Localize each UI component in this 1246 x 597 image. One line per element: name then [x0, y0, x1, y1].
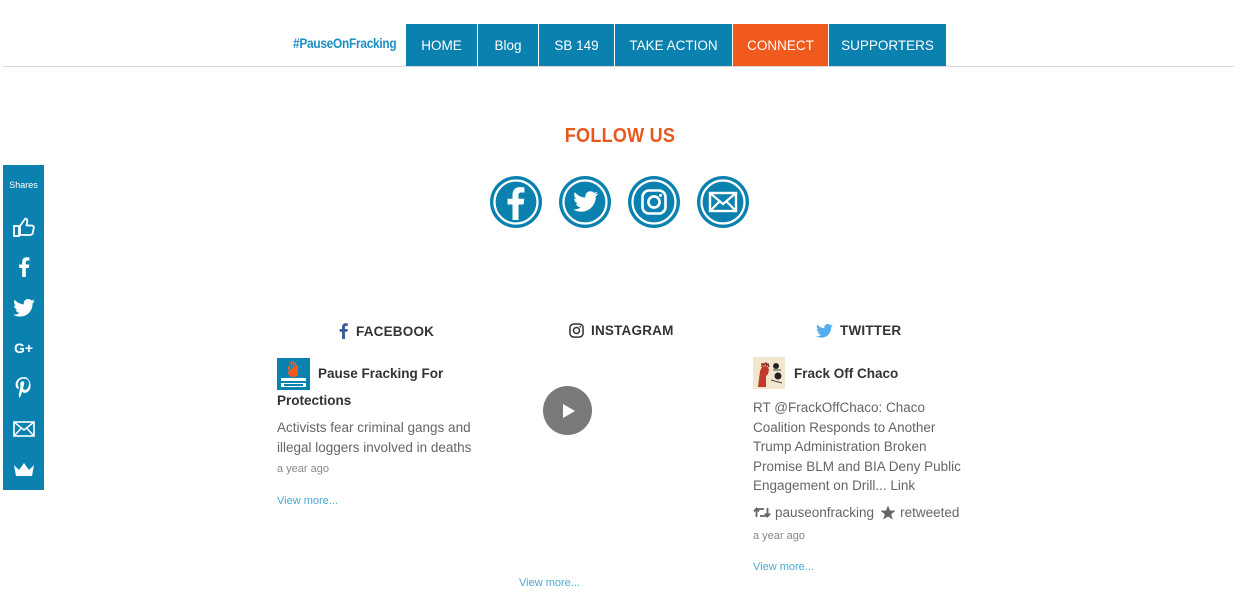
share-google-plus-button[interactable]: G+ [3, 333, 44, 363]
site-logo[interactable]: #PauseOnFracking [293, 36, 397, 51]
twitter-post-time: a year ago [753, 530, 805, 542]
follow-email-button[interactable] [697, 176, 749, 228]
instagram-view-more-link[interactable]: View more... [519, 577, 580, 589]
facebook-icon [493, 179, 539, 225]
main-nav: HOME Blog SB 149 TAKE ACTION CONNECT SUP… [406, 24, 947, 66]
facebook-view-more-link[interactable]: View more... [277, 495, 338, 507]
raised-fist-icon [758, 361, 783, 387]
play-icon [562, 403, 575, 418]
follow-us-title: FOLLOW US [564, 125, 676, 147]
follow-twitter-button[interactable] [559, 176, 611, 228]
twitter-column-heading: TWITTER [816, 323, 901, 338]
pinterest-icon [15, 377, 31, 398]
facebook-post-text: Activists fear criminal gangs and illega… [277, 420, 472, 455]
nav-connect[interactable]: CONNECT [733, 24, 829, 66]
facebook-heading-label: FACEBOOK [356, 323, 435, 339]
share-sumome-button[interactable] [3, 455, 44, 485]
crown-icon [13, 463, 34, 476]
share-like-button[interactable] [3, 212, 44, 242]
instagram-column-heading: INSTAGRAM [569, 323, 674, 338]
retweet-icon [753, 507, 771, 518]
share-facebook-button[interactable] [3, 252, 44, 282]
retweet-label: retweeted [900, 505, 960, 520]
instagram-icon [569, 323, 584, 338]
twitter-icon [12, 299, 35, 317]
nav-take-action[interactable]: TAKE ACTION [615, 24, 733, 66]
retweet-username[interactable]: pauseonfracking [775, 505, 874, 520]
nav-supporters[interactable]: SUPPORTERS [829, 24, 947, 66]
facebook-column-heading: FACEBOOK [338, 323, 434, 339]
facebook-icon [18, 257, 29, 277]
twitter-retweet-info: pauseonfracking retweeted [753, 505, 959, 520]
follow-instagram-button[interactable] [628, 176, 680, 228]
twitter-icon [816, 323, 833, 338]
twitter-post-author[interactable]: Frack Off Chaco [794, 366, 898, 381]
instagram-heading-label: INSTAGRAM [591, 323, 674, 338]
email-icon [700, 179, 746, 225]
google-plus-icon: G+ [13, 340, 34, 356]
facebook-icon [339, 323, 348, 339]
star-icon [880, 505, 896, 520]
facebook-post-author[interactable]: Pause Fracking For Protections [277, 360, 477, 414]
instagram-icon [631, 179, 677, 225]
twitter-icon [562, 179, 608, 225]
shares-label: Shares [9, 180, 38, 190]
nav-sb149[interactable]: SB 149 [539, 24, 615, 66]
follow-facebook-button[interactable] [490, 176, 542, 228]
share-email-button[interactable] [3, 414, 44, 444]
twitter-post-text: RT @FrackOffChaco: Chaco Coalition Respo… [753, 400, 961, 493]
nav-home[interactable]: HOME [406, 24, 478, 66]
share-pinterest-button[interactable] [3, 373, 44, 403]
twitter-avatar[interactable] [753, 357, 785, 389]
twitter-view-more-link[interactable]: View more... [753, 561, 814, 573]
share-sidebar: Shares G+ [3, 165, 44, 490]
twitter-heading-label: TWITTER [840, 323, 902, 338]
email-icon [12, 421, 35, 437]
instagram-play-button[interactable] [543, 386, 592, 435]
nav-blog[interactable]: Blog [478, 24, 539, 66]
header-divider [3, 66, 1234, 67]
facebook-post-time: a year ago [277, 463, 329, 475]
thumbs-up-icon [12, 217, 35, 237]
share-twitter-button[interactable] [3, 293, 44, 323]
